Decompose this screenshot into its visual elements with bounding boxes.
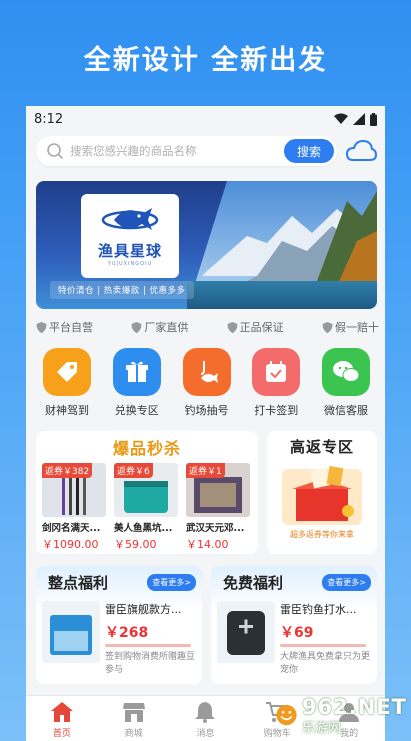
rebate-zone-card[interactable]: 高返专区 超多返券等你来拿: [267, 431, 377, 554]
search-row: 搜索您感兴趣的商品名称 搜索: [26, 132, 385, 168]
view-more-button[interactable]: 查看更多>: [322, 574, 371, 591]
trust-badges: 平台自营 厂家直供 正品保证 假一赔十: [26, 309, 385, 335]
product-image: 返券￥382: [42, 463, 106, 517]
search-placeholder: 搜索您感兴趣的商品名称: [70, 144, 197, 158]
tab-home[interactable]: 首页: [32, 701, 92, 739]
shield-icon: [36, 321, 47, 333]
trust-badge: 平台自营: [36, 319, 93, 335]
welfare-title: 免费福利: [223, 574, 284, 592]
banner-slogan: 特价清仓 | 热卖爆款 | 优惠多多: [50, 281, 194, 299]
product-image: [42, 601, 100, 663]
site-watermark: 962.NET 乐游网: [275, 691, 407, 739]
flash-sale-title: 爆品秒杀: [112, 439, 181, 458]
tab-messages[interactable]: 消息: [175, 701, 235, 739]
wechat-icon: [333, 361, 360, 382]
signal-icon: [353, 113, 365, 125]
trust-badge: 正品保证: [227, 319, 284, 335]
product-image: 返券￥1: [186, 463, 250, 517]
quick-action-exchange[interactable]: 兑换专区: [106, 348, 168, 418]
tag-icon: [57, 362, 77, 382]
watermark-sub: 乐游网: [301, 720, 341, 736]
flash-sale-item[interactable]: 返券￥382 剑冈名满天... ￥1090.00: [42, 463, 108, 552]
tab-store[interactable]: 商城: [104, 701, 164, 739]
trust-badge: 厂家直供: [131, 319, 188, 335]
view-more-button[interactable]: 查看更多>: [147, 574, 196, 591]
product-name: 美人鱼黑坑...: [114, 523, 173, 534]
product-price: ￥59.00: [114, 538, 157, 551]
quick-action-fishing[interactable]: 钓场抽号: [176, 348, 238, 418]
rebate-note: 超多返券等你来拿: [290, 530, 354, 539]
welfare-title: 整点福利: [48, 574, 109, 592]
flash-sale-item[interactable]: 返券￥1 武汉天元邓... ￥14.00: [186, 463, 252, 552]
logo-text: 渔具星球: [97, 242, 162, 260]
hourly-welfare-card[interactable]: 整点福利 查看更多> 雷臣旗舰款方... ￥268 签到购物消费所赠趣豆参与: [36, 566, 202, 684]
trust-badge: 假一赔十: [322, 319, 379, 335]
product-price: ￥1090.00: [42, 538, 99, 551]
free-welfare-card[interactable]: 免费福利 查看更多> 雷臣钓鱼打水... ￥69 大牌渔具免费拿只为更宠你: [211, 566, 377, 684]
quick-action-checkin[interactable]: 打卡签到: [245, 348, 307, 418]
product-price: ￥268: [105, 625, 149, 641]
progress-bar: [105, 644, 192, 647]
battery-icon: [370, 112, 377, 126]
calendar-check-icon: [266, 361, 287, 382]
logo-subtext: YUJUXINGQIU: [107, 261, 153, 267]
home-icon: [50, 702, 73, 722]
mountain-lake-image: [187, 181, 377, 309]
quick-actions: 财神驾到 兑换专区 钓场抽号 打卡签到 微信客服: [26, 335, 385, 418]
red-gift-box-icon: [282, 465, 362, 525]
product-name: 雷臣钓鱼打水...: [280, 603, 357, 616]
coupon-badge: 返券￥6: [114, 463, 153, 478]
watermark-main: 962.NET: [301, 694, 407, 719]
quick-action-caishen[interactable]: 财神驾到: [36, 348, 98, 418]
quick-action-wechat-support[interactable]: 微信客服: [315, 348, 377, 418]
product-price: ￥14.00: [186, 538, 229, 551]
product-price: ￥69: [280, 625, 314, 641]
rebate-title: 高返专区: [289, 438, 354, 456]
bell-icon: [195, 702, 216, 723]
product-name: 剑冈名满天...: [42, 523, 101, 534]
fishing-icon: [200, 361, 218, 383]
shield-icon: [131, 321, 142, 333]
status-bar: 8:12: [26, 106, 385, 132]
wifi-icon: [334, 113, 348, 124]
status-time: 8:12: [34, 111, 64, 127]
phone-screen: 8:12 搜索您感兴趣的商品名称 搜索 渔具星球 YUJUXINGQIU 特价清…: [26, 106, 385, 741]
feature-cards: 爆品秒杀 返券￥382 剑冈名满天... ￥1090.00 返券￥6 美人鱼黑坑…: [26, 418, 385, 554]
gift-icon: [125, 361, 148, 382]
welfare-cards: 整点福利 查看更多> 雷臣旗舰款方... ￥268 签到购物消费所赠趣豆参与 免…: [26, 554, 385, 684]
flash-sale-card[interactable]: 爆品秒杀 返券￥382 剑冈名满天... ￥1090.00 返券￥6 美人鱼黑坑…: [36, 431, 258, 554]
welfare-description: 大牌渔具免费拿只为更宠你: [280, 652, 371, 675]
smiley-logo-icon: [276, 704, 297, 726]
product-name: 武汉天元邓...: [186, 523, 245, 534]
product-name: 雷臣旗舰款方...: [105, 603, 182, 616]
search-input[interactable]: 搜索您感兴趣的商品名称 搜索: [36, 136, 337, 166]
search-button[interactable]: 搜索: [284, 139, 334, 163]
shield-icon: [322, 321, 333, 333]
brand-logo: 渔具星球 YUJUXINGQIU: [81, 194, 179, 278]
flash-sale-item[interactable]: 返券￥6 美人鱼黑坑... ￥59.00: [114, 463, 180, 552]
progress-bar: [280, 644, 367, 647]
cloud-icon[interactable]: [345, 138, 377, 164]
fish-planet-icon: [101, 208, 159, 230]
coupon-badge: 返券￥382: [42, 463, 93, 478]
search-icon: [47, 143, 64, 160]
store-icon: [122, 703, 145, 722]
shield-icon: [227, 321, 238, 333]
product-image: 返券￥6: [114, 463, 178, 517]
promo-headline: 全新设计 全新出发: [83, 45, 328, 76]
product-image: [217, 601, 275, 663]
coupon-badge: 返券￥1: [186, 463, 225, 478]
welfare-description: 签到购物消费所赠趣豆参与: [105, 652, 196, 675]
promo-banner[interactable]: 渔具星球 YUJUXINGQIU 特价清仓 | 热卖爆款 | 优惠多多: [36, 181, 377, 309]
